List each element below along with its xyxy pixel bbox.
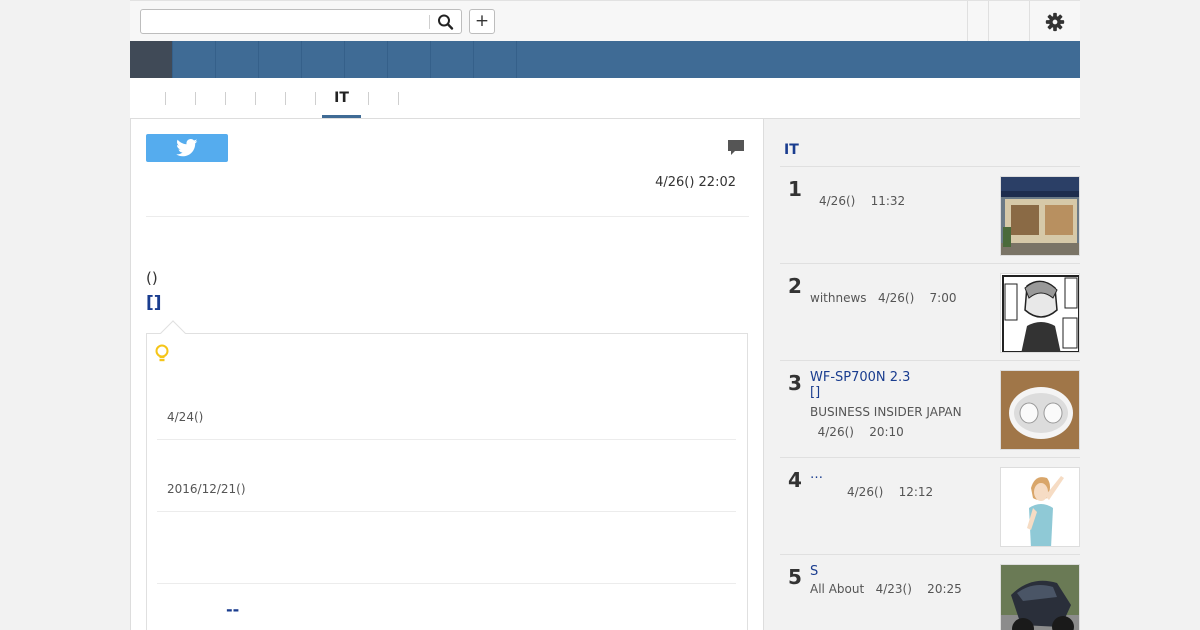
related-article-item[interactable] — [157, 512, 736, 584]
rank-number: 1 — [788, 177, 802, 201]
ranking-item[interactable]: 3 WF-SP700N 2.3 [] BUSINESS INSIDER JAPA… — [780, 361, 1080, 458]
subcategory-tabs: IT — [130, 78, 1080, 118]
gear-icon[interactable] — [1044, 11, 1066, 33]
nav-item[interactable] — [388, 41, 431, 78]
article-date: 4/26() 22:02 — [655, 175, 736, 190]
rank-number: 3 — [788, 371, 802, 395]
add-button[interactable]: + — [469, 9, 495, 34]
subtab-divider — [255, 92, 256, 105]
nav-item[interactable] — [216, 41, 259, 78]
motorcycle-image — [1000, 564, 1080, 630]
toolbar-divider — [1029, 1, 1030, 41]
subtab-divider — [398, 92, 399, 105]
rank-meta: withnews 4/26() 7:00 — [810, 291, 957, 305]
tab-it[interactable]: IT — [322, 90, 361, 106]
subtab[interactable] — [258, 86, 282, 110]
manga-panel-image — [1000, 273, 1080, 353]
subtab[interactable] — [288, 86, 312, 110]
nav-item[interactable] — [302, 41, 345, 78]
related-article-item[interactable]: 4/24() — [157, 368, 736, 440]
subtab-divider — [285, 92, 286, 105]
rank-number: 5 — [788, 565, 802, 589]
related-articles-card: 4/24() 2016/12/21() -- — [146, 333, 748, 630]
search-box — [140, 9, 462, 34]
rank-meta: All About 4/23() 20:25 — [810, 582, 962, 596]
source-text: () — [146, 269, 158, 287]
shop-storefront-image — [1000, 176, 1080, 256]
subtab[interactable] — [371, 86, 395, 110]
related-article-item[interactable]: 2016/12/21() — [157, 440, 736, 512]
related-article-date: 4/24() — [167, 410, 204, 424]
rank-meta: 4/26() 11:32 — [819, 194, 906, 208]
search-icon[interactable] — [435, 13, 457, 31]
ranking-item[interactable]: 5 S All About 4/23() 20:25 — [780, 555, 1080, 630]
article-title-link[interactable]: [] — [146, 293, 162, 313]
nav-item[interactable] — [474, 41, 517, 78]
wireless-earbuds-image — [1000, 370, 1080, 450]
sidebar-title: IT — [784, 142, 799, 158]
subtab[interactable] — [198, 86, 222, 110]
search-input[interactable] — [142, 11, 429, 32]
rank-title-link[interactable]: S — [810, 564, 990, 579]
rank-meta: BUSINESS INSIDER JAPAN 4/26() 20:10 — [810, 405, 962, 439]
rank-meta: 4/26() 12:12 — [847, 485, 934, 499]
rank-title-link[interactable]: WF-SP700N 2.3 [] — [810, 370, 990, 400]
lightbulb-icon — [155, 344, 169, 368]
divider — [146, 216, 749, 217]
article-main: 4/26() 22:02 () [] 4/24() 2016/12/21() -… — [130, 118, 764, 630]
subtab-divider — [195, 92, 196, 105]
nav-item[interactable] — [173, 41, 216, 78]
subtab[interactable] — [140, 86, 164, 110]
subtab[interactable] — [228, 86, 252, 110]
toolbar-divider — [988, 1, 989, 41]
ranking-sidebar: IT 1 4/26() 11:32 2 withnews 4/26() 7:00 — [764, 118, 1080, 630]
ranking-item[interactable]: 1 4/26() 11:32 — [780, 167, 1080, 264]
rank-number: 4 — [788, 468, 802, 492]
comment-icon[interactable] — [727, 139, 745, 160]
category-nav — [130, 41, 1080, 78]
twitter-bird-icon — [176, 139, 198, 157]
top-toolbar: + — [130, 0, 1080, 41]
woman-illustration-image — [1000, 467, 1080, 547]
subtab[interactable] — [168, 86, 192, 110]
nav-item[interactable] — [345, 41, 388, 78]
related-more-link[interactable]: -- — [226, 600, 239, 619]
tweet-button[interactable] — [146, 134, 228, 162]
related-article-date: 2016/12/21() — [167, 482, 246, 496]
rank-number: 2 — [788, 274, 802, 298]
subtab-divider — [315, 92, 316, 105]
nav-item[interactable] — [431, 41, 474, 78]
ranking-item[interactable]: 4 … 4/26() 12:12 — [780, 458, 1080, 555]
subtab-divider — [225, 92, 226, 105]
ranking-item[interactable]: 2 withnews 4/26() 7:00 — [780, 264, 1080, 361]
subtab-divider — [165, 92, 166, 105]
rank-title-link[interactable]: … — [810, 467, 990, 482]
subtab-divider — [368, 92, 369, 105]
nav-item[interactable] — [259, 41, 302, 78]
search-divider — [429, 15, 430, 29]
nav-item-home[interactable] — [130, 41, 173, 78]
toolbar-divider — [967, 1, 968, 41]
